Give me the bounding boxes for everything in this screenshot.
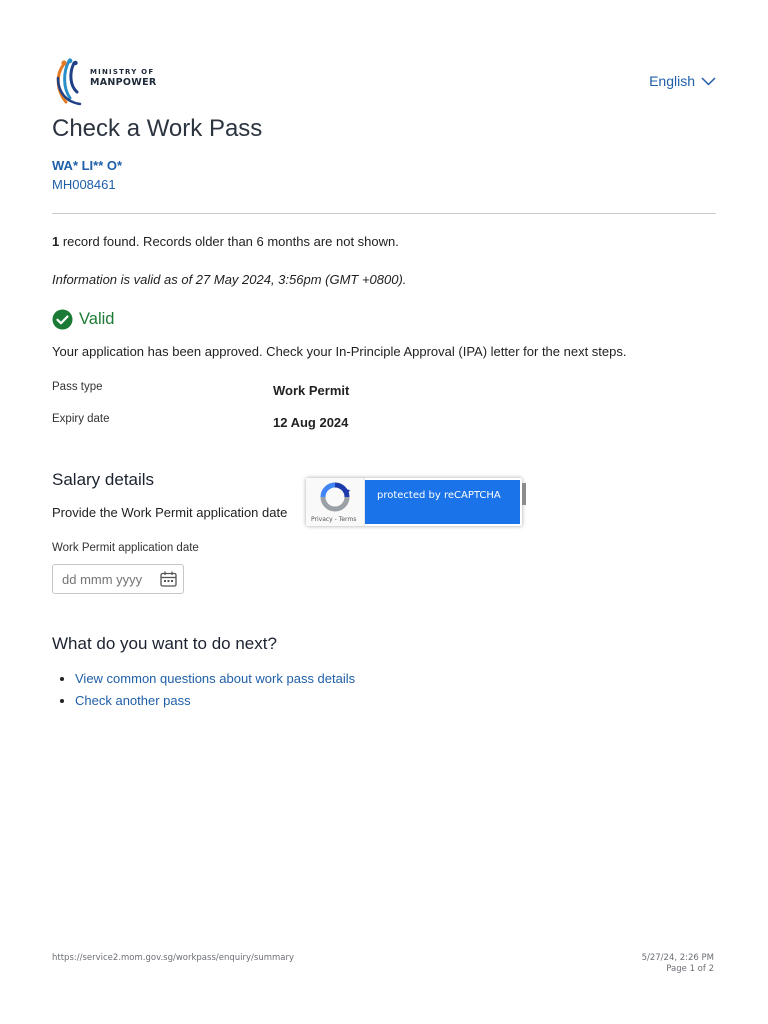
language-selector[interactable]: English: [649, 73, 716, 89]
footer-page-number: Page 1 of 2: [666, 964, 714, 974]
logo-line-2: MANPOWER: [90, 77, 157, 88]
records-found-text: 1 record found. Records older than 6 mon…: [52, 234, 399, 249]
page-title: Check a Work Pass: [52, 115, 263, 142]
footer-datetime: 5/27/24, 2:26 PM: [641, 953, 714, 963]
approval-message: Your application has been approved. Chec…: [52, 344, 627, 359]
holder-reference: MH008461: [52, 177, 116, 192]
status-label: Valid: [79, 310, 115, 328]
next-steps-list: View common questions about work pass de…: [52, 668, 355, 712]
status-badge: Valid: [52, 309, 114, 330]
recaptcha-terms[interactable]: Privacy - Terms: [311, 516, 356, 523]
mom-logo-icon: [56, 58, 82, 106]
faq-link[interactable]: View common questions about work pass de…: [75, 671, 355, 686]
recaptcha-logo-panel: Privacy - Terms: [306, 478, 365, 526]
language-label: English: [649, 73, 695, 89]
recaptcha-label-panel: protected by reCAPTCHA: [365, 480, 520, 524]
expiry-date-label: Expiry date: [52, 413, 110, 425]
recaptcha-icon: [320, 482, 350, 512]
check-circle-icon: [52, 309, 73, 330]
list-item: View common questions about work pass de…: [75, 668, 355, 690]
salary-description: Provide the Work Permit application date: [52, 505, 288, 520]
footer-url: https://service2.mom.gov.sg/workpass/enq…: [52, 953, 294, 963]
salary-details-heading: Salary details: [52, 470, 155, 489]
pass-type-label: Pass type: [52, 381, 103, 393]
chevron-down-icon: [701, 76, 716, 86]
logo-wordmark: MINISTRY OF MANPOWER: [90, 69, 156, 88]
footer-meta: 5/27/24, 2:26 PM Page 1 of 2: [642, 953, 714, 975]
calendar-icon[interactable]: [160, 571, 177, 587]
pass-type-value: Work Permit: [273, 383, 350, 398]
holder-masked-name: WA* LI** O*: [52, 158, 123, 173]
records-message: record found. Records older than 6 month…: [59, 234, 399, 249]
check-another-pass-link[interactable]: Check another pass: [75, 693, 191, 708]
page: MINISTRY OF MANPOWER English Check a Wor…: [52, 0, 716, 1024]
validity-note: Information is valid as of 27 May 2024, …: [52, 272, 407, 287]
logo-line-1: MINISTRY OF: [90, 68, 155, 76]
recaptcha-text: protected by reCAPTCHA: [377, 490, 501, 501]
recaptcha-badge[interactable]: Privacy - Terms protected by reCAPTCHA: [306, 478, 522, 526]
recaptcha-tab: [522, 483, 526, 505]
mom-logo[interactable]: MINISTRY OF MANPOWER: [52, 58, 162, 106]
expiry-date-value: 12 Aug 2024: [273, 415, 349, 430]
list-item: Check another pass: [75, 690, 355, 712]
divider: [52, 213, 716, 214]
application-date-label: Work Permit application date: [52, 542, 199, 554]
next-steps-heading: What do you want to do next?: [52, 634, 277, 653]
